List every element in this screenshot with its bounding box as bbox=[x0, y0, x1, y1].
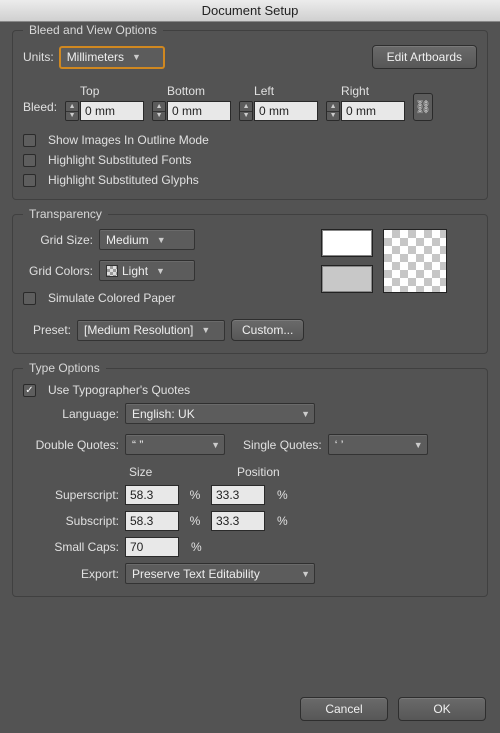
custom-button[interactable]: Custom... bbox=[231, 319, 304, 341]
typographers-quotes-label: Use Typographer's Quotes bbox=[48, 383, 190, 397]
chevron-down-icon: ▼ bbox=[301, 409, 310, 419]
bleed-bottom-label: Bottom bbox=[152, 84, 231, 98]
ok-button[interactable]: OK bbox=[398, 697, 486, 721]
highlight-fonts-label: Highlight Substituted Fonts bbox=[48, 153, 191, 167]
units-dropdown[interactable]: Millimeters ▼ bbox=[60, 47, 164, 68]
bleed-label: Bleed: bbox=[23, 100, 57, 114]
simulate-paper-checkbox[interactable] bbox=[23, 292, 36, 305]
language-value: English: UK bbox=[132, 407, 195, 421]
highlight-glyphs-label: Highlight Substituted Glyphs bbox=[48, 173, 199, 187]
single-quotes-dropdown[interactable]: ‘ ’ ▼ bbox=[328, 434, 428, 455]
single-quotes-label: Single Quotes: bbox=[243, 438, 322, 452]
preset-dropdown[interactable]: [Medium Resolution] ▼ bbox=[77, 320, 225, 341]
highlight-fonts-checkbox[interactable] bbox=[23, 154, 36, 167]
bleed-view-legend: Bleed and View Options bbox=[23, 23, 163, 37]
bleed-right-label: Right bbox=[326, 84, 405, 98]
highlight-glyphs-checkbox[interactable] bbox=[23, 174, 36, 187]
type-options-group: Type Options Use Typographer's Quotes La… bbox=[12, 368, 488, 597]
grid-pattern-icon bbox=[106, 265, 118, 277]
bleed-right-input[interactable]: 0 mm bbox=[341, 101, 405, 121]
chevron-down-icon: ▼ bbox=[156, 266, 165, 276]
units-value: Millimeters bbox=[67, 50, 124, 64]
subscript-label: Subscript: bbox=[23, 514, 119, 528]
superscript-size-input[interactable]: 58.3 bbox=[125, 485, 179, 505]
pct-label: % bbox=[185, 514, 205, 528]
pct-label: % bbox=[185, 488, 205, 502]
smallcaps-input[interactable]: 70 bbox=[125, 537, 179, 557]
language-dropdown[interactable]: English: UK ▼ bbox=[125, 403, 315, 424]
grid-colors-value: Light bbox=[122, 264, 148, 278]
grid-colors-dropdown[interactable]: Light ▼ bbox=[99, 260, 195, 281]
superscript-position-input[interactable]: 33.3 bbox=[211, 485, 265, 505]
chevron-down-icon: ▼ bbox=[414, 440, 423, 450]
bleed-bottom-stepper[interactable]: ▲▼ bbox=[152, 101, 166, 121]
pct-label: % bbox=[191, 540, 202, 554]
bleed-left-label: Left bbox=[239, 84, 318, 98]
transparency-group: Transparency Grid Size: Medium ▼ Grid Co… bbox=[12, 214, 488, 354]
bleed-top-label: Top bbox=[65, 84, 144, 98]
chevron-down-icon: ▼ bbox=[201, 325, 210, 335]
export-value: Preserve Text Editability bbox=[132, 567, 260, 581]
chevron-down-icon: ▼ bbox=[301, 569, 310, 579]
size-header: Size bbox=[129, 465, 197, 479]
type-options-legend: Type Options bbox=[23, 361, 106, 375]
typographers-quotes-checkbox[interactable] bbox=[23, 384, 36, 397]
chevron-down-icon: ▼ bbox=[157, 235, 166, 245]
show-images-label: Show Images In Outline Mode bbox=[48, 133, 209, 147]
export-dropdown[interactable]: Preserve Text Editability ▼ bbox=[125, 563, 315, 584]
chevron-down-icon: ▼ bbox=[211, 440, 220, 450]
position-header: Position bbox=[237, 465, 280, 479]
grid-color-dark-swatch[interactable] bbox=[321, 265, 373, 293]
subscript-size-input[interactable]: 58.3 bbox=[125, 511, 179, 531]
double-quotes-label: Double Quotes: bbox=[23, 438, 119, 452]
double-quotes-dropdown[interactable]: “ ” ▼ bbox=[125, 434, 225, 455]
bleed-bottom-input[interactable]: 0 mm bbox=[167, 101, 231, 121]
bleed-right-stepper[interactable]: ▲▼ bbox=[326, 101, 340, 121]
smallcaps-label: Small Caps: bbox=[23, 540, 119, 554]
units-label: Units: bbox=[23, 50, 54, 64]
double-quotes-value: “ ” bbox=[132, 438, 143, 452]
bleed-top-input[interactable]: 0 mm bbox=[80, 101, 144, 121]
grid-colors-label: Grid Colors: bbox=[23, 264, 93, 278]
link-bleed-button[interactable]: ⛓ bbox=[413, 93, 433, 121]
edit-artboards-button[interactable]: Edit Artboards bbox=[372, 45, 477, 69]
single-quotes-value: ‘ ’ bbox=[335, 438, 344, 452]
simulate-paper-label: Simulate Colored Paper bbox=[48, 291, 175, 305]
pct-label: % bbox=[277, 488, 288, 502]
chevron-down-icon: ▼ bbox=[132, 52, 141, 62]
grid-size-label: Grid Size: bbox=[23, 233, 93, 247]
preset-value: [Medium Resolution] bbox=[84, 323, 193, 337]
grid-size-value: Medium bbox=[106, 233, 149, 247]
bleed-left-input[interactable]: 0 mm bbox=[254, 101, 318, 121]
show-images-checkbox[interactable] bbox=[23, 134, 36, 147]
language-label: Language: bbox=[23, 407, 119, 421]
transparency-preview bbox=[383, 229, 447, 293]
transparency-legend: Transparency bbox=[23, 207, 108, 221]
bleed-left-stepper[interactable]: ▲▼ bbox=[239, 101, 253, 121]
superscript-label: Superscript: bbox=[23, 488, 119, 502]
grid-size-dropdown[interactable]: Medium ▼ bbox=[99, 229, 195, 250]
bleed-top-stepper[interactable]: ▲▼ bbox=[65, 101, 79, 121]
preset-label: Preset: bbox=[23, 323, 71, 337]
subscript-position-input[interactable]: 33.3 bbox=[211, 511, 265, 531]
export-label: Export: bbox=[23, 567, 119, 581]
bleed-view-group: Bleed and View Options Units: Millimeter… bbox=[12, 30, 488, 200]
cancel-button[interactable]: Cancel bbox=[300, 697, 388, 721]
window-title: Document Setup bbox=[0, 0, 500, 22]
pct-label: % bbox=[277, 514, 288, 528]
grid-color-light-swatch[interactable] bbox=[321, 229, 373, 257]
